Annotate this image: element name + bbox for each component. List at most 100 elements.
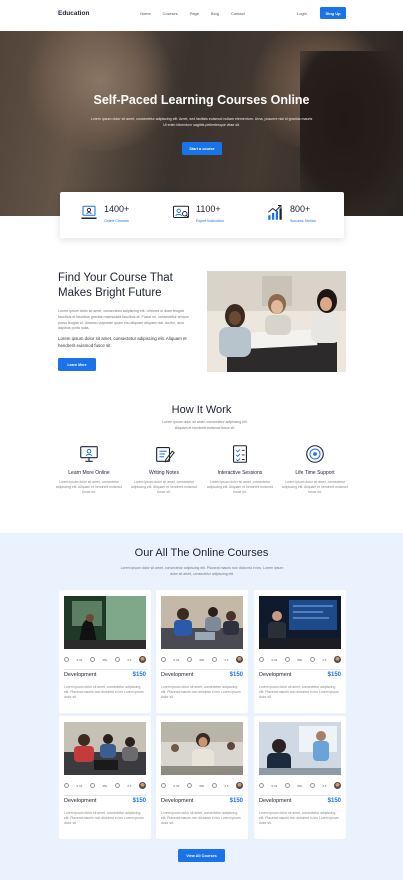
course-title[interactable]: Development: [259, 798, 291, 804]
course-desc: Lorem ipsum dolor sit amet, consectetur …: [259, 811, 339, 826]
students-count: 95k: [102, 657, 108, 662]
lessons-count: 5.0k: [173, 783, 180, 788]
lessons-icon: [64, 657, 69, 662]
course-title[interactable]: Development: [64, 798, 96, 804]
instructor-icon: [173, 205, 189, 218]
lessons-count: 5.0k: [271, 783, 278, 788]
rating-icon: [211, 657, 217, 662]
course-price: $150: [327, 798, 341, 804]
course-image: [161, 596, 243, 649]
level-icon: [186, 657, 192, 662]
students-count: 95k: [297, 783, 303, 788]
course-card[interactable]: 5.0k 95k 4.5 Development $150 Lorem ipsu…: [254, 716, 346, 839]
growth-chart-icon: [267, 205, 282, 220]
card-divider: [64, 669, 146, 670]
course-card[interactable]: 5.0k 95k 4.5 Development $150 Lorem ipsu…: [59, 716, 151, 839]
nav-page[interactable]: Page: [190, 11, 199, 16]
course-meta: 5.0k 95k 4.5: [64, 782, 146, 789]
lessons-count: 5.0k: [76, 657, 83, 662]
site-logo[interactable]: Education: [58, 10, 89, 17]
step-title: Interactive Sessions: [217, 470, 263, 476]
nav-courses[interactable]: Courses: [163, 11, 178, 16]
rating-icon: [114, 657, 120, 662]
students-count: 95k: [199, 657, 205, 662]
rating-icon: [309, 657, 315, 662]
course-desc: Lorem ipsum dolor sit amet, consectetur …: [161, 811, 241, 826]
step-desc: Lorem ipsum dolor sit amet, consectetur …: [130, 480, 198, 495]
stat-label: Success Stories: [290, 219, 316, 223]
login-link[interactable]: Login: [297, 11, 307, 16]
find-course-title: Find Your Course That Makes Bright Futur…: [58, 272, 173, 299]
hero-title: Self-Paced Learning Courses Online: [93, 93, 310, 107]
course-title[interactable]: Development: [161, 798, 193, 804]
courses-title: Our All The Online Courses: [134, 547, 269, 559]
monitor-icon: [80, 446, 98, 462]
rating-value: 4.5: [127, 657, 132, 662]
nav-home[interactable]: Home: [140, 11, 151, 16]
lessons-icon: [259, 783, 264, 788]
course-card[interactable]: 5.0k 95k 4.5 Development $150 Lorem ipsu…: [254, 590, 346, 713]
course-card[interactable]: 5.0k 95k 4.5 Development $150 Lorem ipsu…: [59, 590, 151, 713]
lessons-count: 5.0k: [271, 657, 278, 662]
course-title[interactable]: Development: [259, 672, 291, 678]
course-title[interactable]: Development: [161, 672, 193, 678]
step-desc: Lorem ipsum dolor sit amet, consectetur …: [55, 480, 123, 495]
step-desc: Lorem ipsum dolor sit amet, consectetur …: [281, 480, 349, 495]
lessons-icon: [259, 657, 264, 662]
step-title: Writing Notes: [149, 470, 179, 476]
online-course-icon: [81, 205, 97, 219]
learn-more-button[interactable]: Learn More: [58, 358, 96, 371]
course-image: [64, 596, 146, 649]
instructor-avatar: [333, 656, 341, 663]
courses-subtitle: Lorem ipsum dolor sit amet, consectetur …: [120, 566, 284, 576]
find-course-paragraph: Lorem ipsum dolor sit amet, consectetur …: [58, 309, 189, 331]
course-price: $150: [132, 672, 146, 678]
site-header: Education Home Courses Page Blog Contact…: [0, 0, 403, 31]
checklist-icon: [233, 445, 247, 463]
start-course-button[interactable]: Start a course: [182, 142, 222, 155]
step-title: Learn More Online: [68, 470, 110, 476]
lessons-icon: [64, 783, 69, 788]
stat-number: 1400+: [104, 204, 130, 214]
nav-contact[interactable]: Contact: [231, 11, 245, 16]
step-interactive-sessions: Interactive Sessions Lorem ipsum dolor s…: [206, 443, 274, 496]
stat-label: Online Courses: [104, 219, 129, 223]
stat-label: Expert Instruction: [196, 219, 224, 223]
course-title[interactable]: Development: [64, 672, 96, 678]
support-target-icon: [306, 445, 324, 463]
course-price: $150: [229, 798, 243, 804]
students-count: 95k: [199, 783, 205, 788]
card-divider: [161, 669, 243, 670]
how-it-work-title: How It Work: [171, 404, 232, 416]
step-title: Life Time Support: [295, 470, 335, 476]
view-all-courses-button[interactable]: View All Courses: [178, 849, 225, 862]
find-course-lead: Lorem ipsum dolor sit amet, consectetur …: [58, 336, 187, 348]
pencil-icon: [156, 447, 175, 463]
lessons-icon: [161, 657, 166, 662]
step-life-time-support: Life Time Support Lorem ipsum dolor sit …: [281, 443, 349, 496]
lessons-count: 5.0k: [173, 657, 180, 662]
level-icon: [186, 783, 192, 788]
hero-subtitle: Lorem ipsum dolor sit amet, consectetur …: [90, 117, 313, 127]
course-image: [259, 722, 341, 775]
how-it-work-subtitle: Lorem ipsum dolor sit amet, consectetur …: [162, 420, 248, 430]
step-desc: Lorem ipsum dolor sit amet, consectetur …: [206, 480, 274, 495]
course-image: [161, 722, 243, 775]
course-meta: 5.0k 95k 4.5: [259, 782, 341, 789]
step-learn-online: Learn More Online Lorem ipsum dolor sit …: [55, 443, 123, 496]
lessons-count: 5.0k: [76, 783, 83, 788]
course-desc: Lorem ipsum dolor sit amet, consectetur …: [259, 685, 339, 700]
stat-expert-instruction: 1100+ Expert Instruction: [172, 204, 224, 223]
card-divider: [259, 669, 341, 670]
course-image: [64, 722, 146, 775]
rating-value: 4.5: [224, 783, 229, 788]
course-price: $150: [229, 672, 243, 678]
stat-success-stories: 800+ Success Stories: [266, 204, 316, 223]
course-card[interactable]: 5.0k 95k 4.5 Development $150 Lorem ipsu…: [156, 590, 248, 713]
nav-blog[interactable]: Blog: [211, 11, 219, 16]
instructor-avatar: [138, 782, 146, 789]
course-card[interactable]: 5.0k 95k 4.5 Development $150 Lorem ipsu…: [156, 716, 248, 839]
signup-button[interactable]: Sing Up: [320, 7, 346, 19]
course-desc: Lorem ipsum dolor sit amet, consectetur …: [64, 685, 144, 700]
instructor-avatar: [333, 782, 341, 789]
